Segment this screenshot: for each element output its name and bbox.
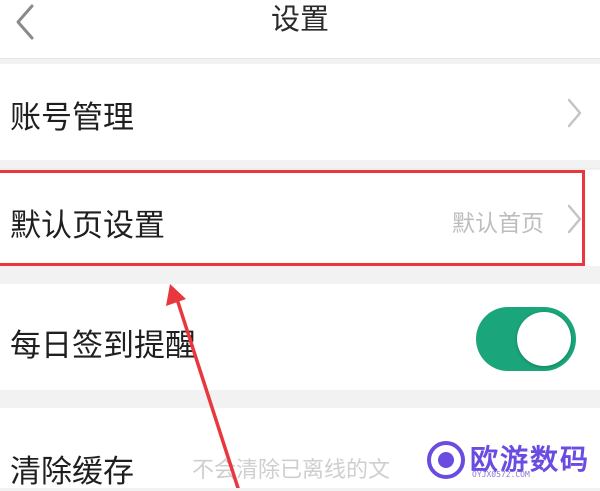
clear-cache-hint: 不会清除已离线的文 [192, 458, 391, 483]
clear-cache-label: 清除缓存 [10, 454, 134, 490]
nav-bar: 设置 [0, 0, 600, 59]
chevron-right-icon [567, 204, 582, 234]
watermark: 欧游数码 OYJX0572.COM [418, 436, 600, 488]
account-label: 账号管理 [10, 100, 134, 136]
page-title: 设置 [270, 2, 329, 36]
default-page-value: 默认首页 [452, 211, 544, 237]
watermark-sub: OYJX0572.COM [472, 470, 530, 479]
settings-row-default-page[interactable]: 默认页设置 默认首页 [0, 170, 600, 266]
divider [0, 168, 600, 169]
checkin-label: 每日签到提醒 [10, 328, 196, 364]
settings-row-account[interactable]: 账号管理 [0, 64, 600, 160]
chevron-right-icon [567, 98, 582, 128]
checkin-toggle[interactable] [476, 307, 576, 371]
toggle-knob [517, 312, 571, 366]
watermark-logo-icon [427, 441, 465, 479]
default-page-label: 默认页设置 [10, 208, 165, 244]
